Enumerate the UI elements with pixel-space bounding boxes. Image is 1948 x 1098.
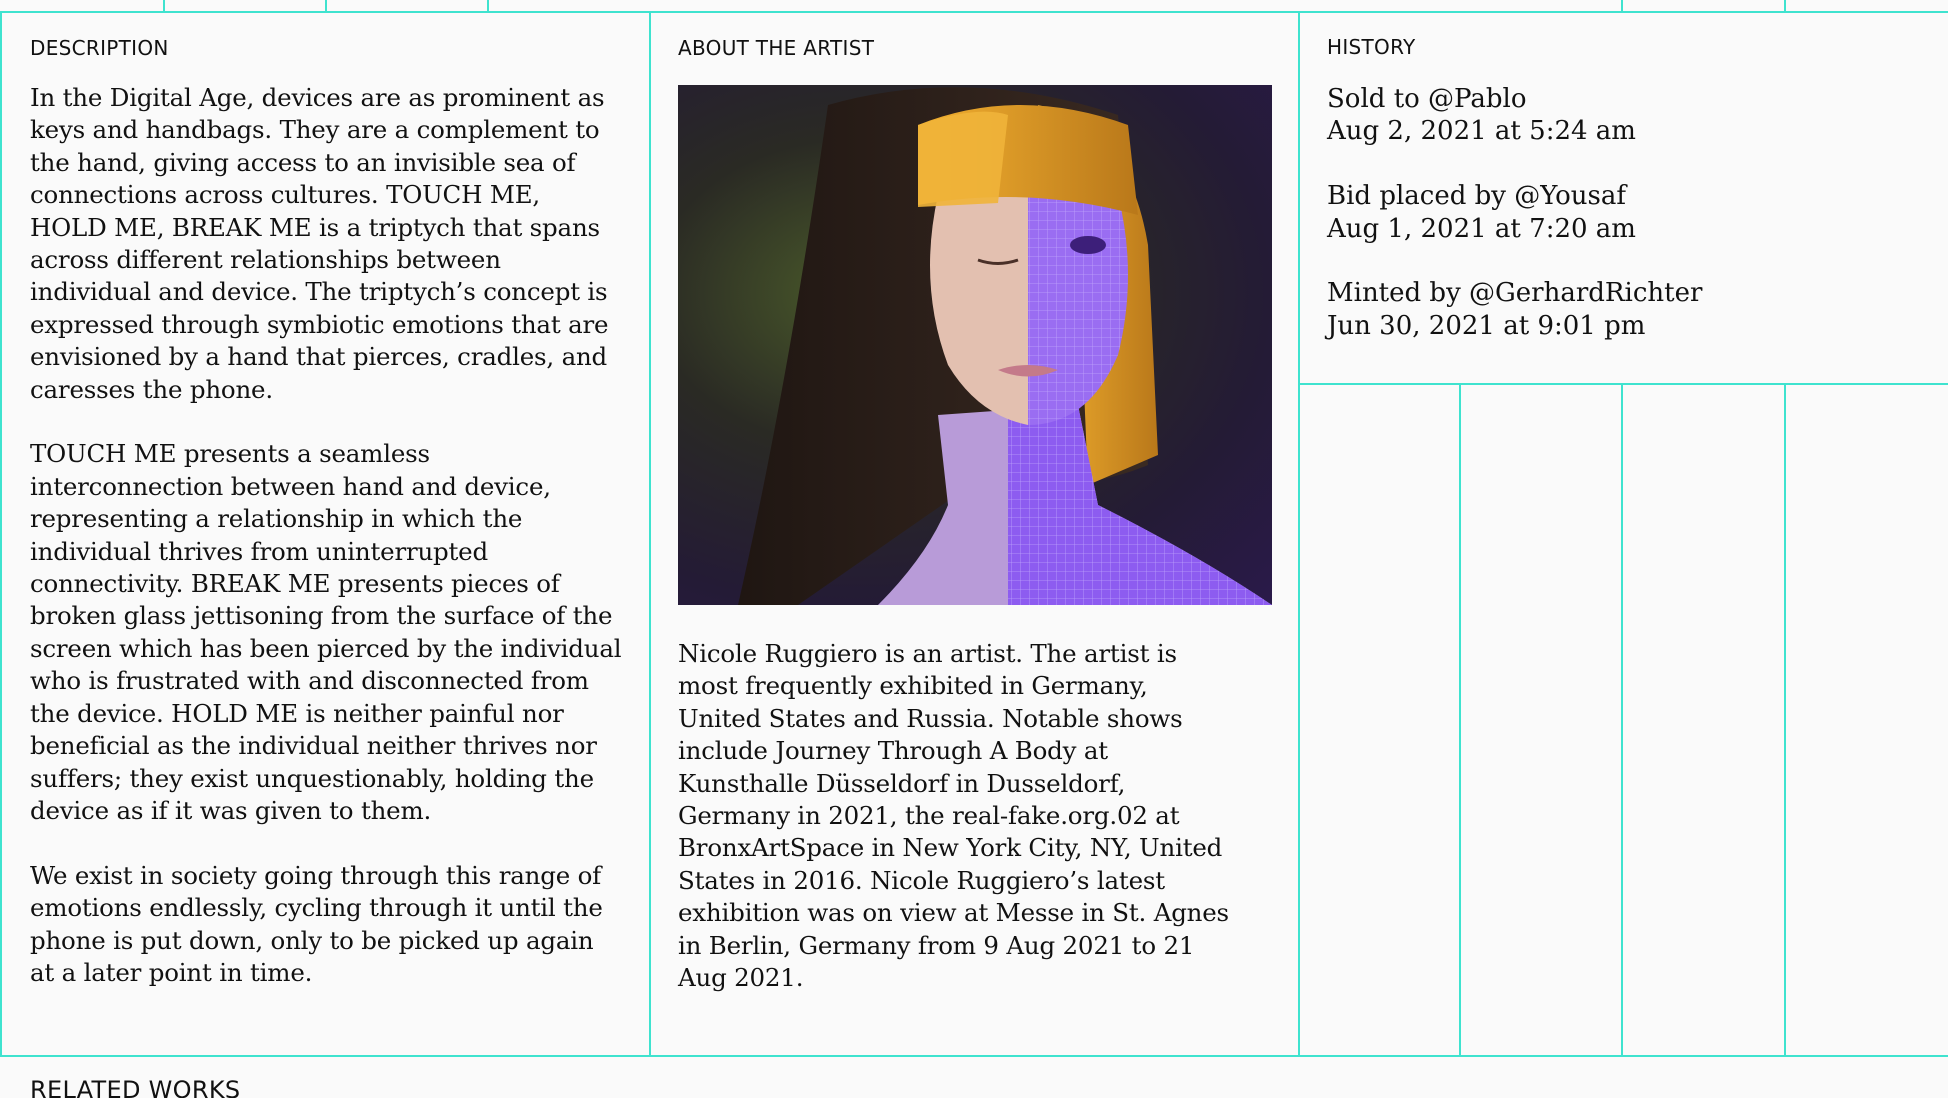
grid-line-top: [0, 11, 1948, 13]
description-paragraph-2: TOUCH ME presents a seamless interconnec…: [30, 439, 622, 825]
grid-line-bottom: [0, 1055, 1948, 1057]
grid-tick-5: [1784, 0, 1786, 12]
grid-tick-1: [163, 0, 165, 12]
grid-tick-4: [1621, 0, 1623, 12]
grid-col-3a: [1459, 383, 1461, 1056]
artist-label: ABOUT THE ARTIST: [678, 36, 875, 60]
history-label: HISTORY: [1327, 35, 1416, 59]
history-action[interactable]: Minted by @GerhardRichter: [1327, 277, 1907, 309]
history-action[interactable]: Sold to @Pablo: [1327, 83, 1907, 115]
description-label: DESCRIPTION: [30, 36, 169, 60]
history-list: Sold to @Pablo Aug 2, 2021 at 5:24 am Bi…: [1327, 83, 1907, 375]
grid-line-history-bottom: [1298, 383, 1948, 385]
artist-bio: Nicole Ruggiero is an artist. The artist…: [678, 639, 1229, 993]
grid-divider-2: [1298, 11, 1300, 1056]
history-action[interactable]: Bid placed by @Yousaf: [1327, 180, 1907, 212]
description-paragraph-1: In the Digital Age, devices are as promi…: [30, 83, 609, 404]
grid-divider-1: [649, 11, 651, 1056]
history-date: Aug 2, 2021 at 5:24 am: [1327, 116, 1636, 147]
grid-tick-2: [325, 0, 327, 12]
grid-col-3c: [1784, 383, 1786, 1056]
grid-line-left: [0, 11, 2, 1056]
grid-col-3b: [1621, 383, 1623, 1056]
artist-portrait-illustration: [738, 87, 1272, 605]
description-paragraph-3: We exist in society going through this r…: [30, 860, 603, 987]
related-works-label: RELATED WORKS: [30, 1076, 241, 1098]
history-date: Jun 30, 2021 at 9:01 pm: [1327, 310, 1646, 341]
description-text: In the Digital Age, devices are as promi…: [30, 82, 622, 989]
history-entry: Minted by @GerhardRichter Jun 30, 2021 a…: [1327, 277, 1907, 342]
history-entry: Bid placed by @Yousaf Aug 1, 2021 at 7:2…: [1327, 180, 1907, 245]
history-entry: Sold to @Pablo Aug 2, 2021 at 5:24 am: [1327, 83, 1907, 148]
grid-tick-3: [487, 0, 489, 12]
history-date: Aug 1, 2021 at 7:20 am: [1327, 213, 1636, 244]
artist-portrait-image: [678, 85, 1272, 605]
